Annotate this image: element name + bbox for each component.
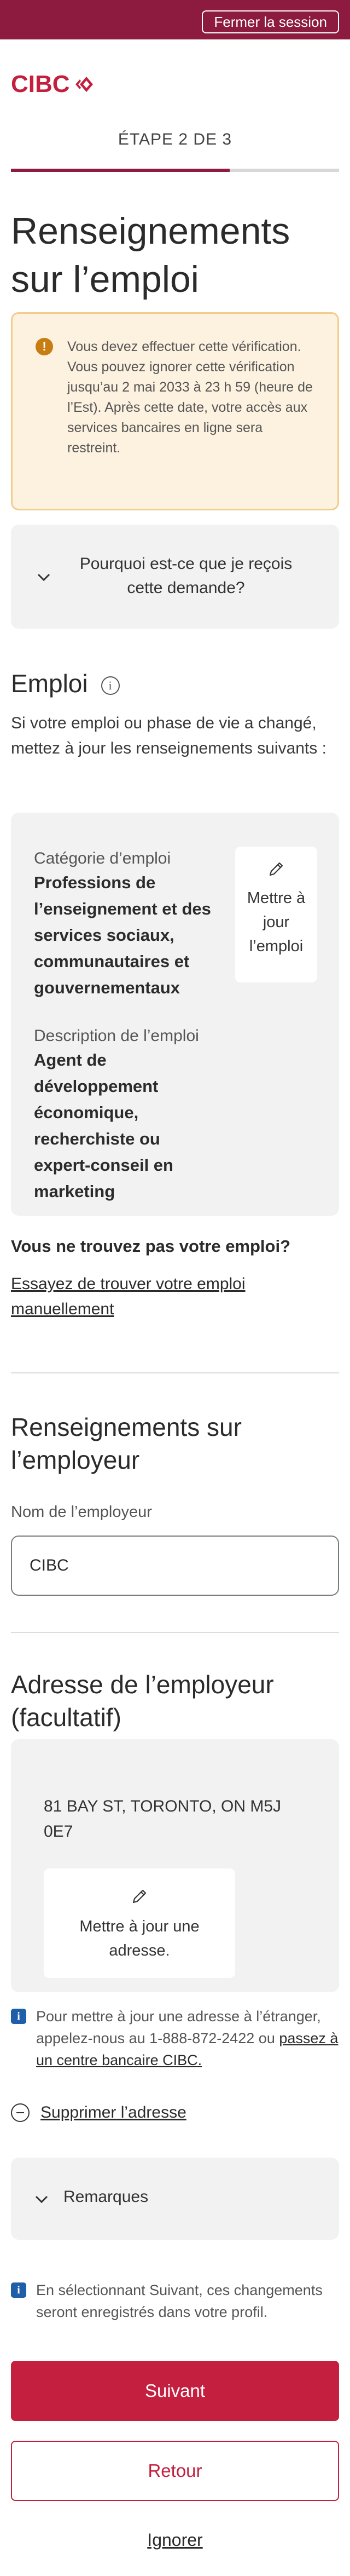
update-address-button[interactable]: Mettre à jour une adresse. [44,1868,235,1978]
address-heading: Adresse de l’employeur (facultatif) [11,1670,274,1732]
why-accordion-label: Pourquoi est-ce que je reçois cette dema… [79,555,293,597]
employer-name-label: Nom de l’employeur [11,1503,152,1521]
chevron-down-icon [37,573,50,582]
logo-text: CIBC [11,71,70,97]
employment-intro: Si votre emploi ou phase de vie a changé… [11,714,326,757]
verification-alert: ! Vous devez effectuer cette vérificatio… [11,312,339,510]
employer-heading: Renseignements sur l’employeur [11,1413,242,1474]
pencil-icon [269,862,283,876]
progress-bar [11,169,339,172]
remarks-accordion[interactable]: Remarques [11,2158,339,2240]
remarks-label: Remarques [63,2188,149,2206]
employment-card: Catégorie d’emploi Professions de l’ense… [11,813,339,1216]
foreign-address-note-text: Pour mettre à jour une adresse à l’étran… [36,2008,321,2046]
category-label: Catégorie d’emploi [34,849,171,867]
remove-address-button[interactable]: Supprimer l’adresse [11,2102,186,2124]
update-address-label: Mettre à jour une adresse. [79,1918,200,1959]
employer-name-input[interactable]: CIBC [11,1536,339,1596]
manual-search-link[interactable]: Essayez de trouver votre emploi manuelle… [11,1275,246,1318]
employment-heading-text: Emploi [11,669,88,698]
employment-heading: Emploi i [11,667,120,700]
page-title: Renseignements sur l’emploi [11,210,290,300]
info-icon: i [11,2282,26,2298]
remove-address-label: Supprimer l’adresse [40,2103,186,2121]
divider [11,1632,339,1633]
description-label: Description de l’emploi [34,1027,199,1045]
ignore-link-wrap: Ignorer [0,2530,350,2550]
logo-mark-icon [75,77,93,92]
divider [11,1372,339,1373]
alert-text: Vous devez effectuer cette vérification.… [67,339,313,456]
description-value: Agent de développement économique, reche… [34,1050,173,1201]
pencil-icon [132,1889,147,1904]
foreign-address-note: i Pour mettre à jour une adresse à l’étr… [11,2005,339,2071]
step-indicator: ÉTAPE 2 DE 3 [118,130,232,148]
save-note: i En sélectionnant Suivant, ces changeme… [11,2279,339,2323]
exclamation-icon: ! [36,338,53,355]
info-icon[interactable]: i [101,676,120,695]
manual-search-link-wrap: Essayez de trouver votre emploi manuelle… [11,1272,339,1322]
foreign-address-text: Pour mettre à jour une adresse à l’étran… [36,2005,339,2071]
description-block: Description de l’emploi Agent de dévelop… [34,1025,220,1205]
address-value: 81 BAY ST, TORONTO, ON M5J 0E7 [44,1797,282,1841]
why-accordion[interactable]: Pourquoi est-ce que je reçois cette dema… [11,525,339,629]
logout-button[interactable]: Fermer la session [202,10,339,33]
address-card: 81 BAY ST, TORONTO, ON M5J 0E7 Mettre à … [11,1739,339,1992]
update-employment-label: Mettre à jour l’emploi [247,889,306,955]
info-icon: i [11,2009,26,2024]
back-button[interactable]: Retour [11,2441,339,2501]
update-employment-button[interactable]: Mettre à jour l’emploi [235,847,317,982]
progress-bar-fill [11,169,230,172]
ignore-link[interactable]: Ignorer [147,2530,202,2550]
category-block: Catégorie d’emploi Professions de l’ense… [34,848,220,1001]
category-value: Professions de l’enseignement et des ser… [34,873,211,997]
not-found-label: Vous ne trouvez pas votre emploi? [11,1237,291,1256]
top-bar: Fermer la session [0,0,350,39]
cibc-logo: CIBC [11,71,95,97]
next-button[interactable]: Suivant [11,2361,339,2421]
minus-circle-icon [11,2103,30,2122]
chevron-down-icon [35,2195,48,2204]
save-note-text: En sélectionnant Suivant, ces changement… [36,2282,323,2320]
